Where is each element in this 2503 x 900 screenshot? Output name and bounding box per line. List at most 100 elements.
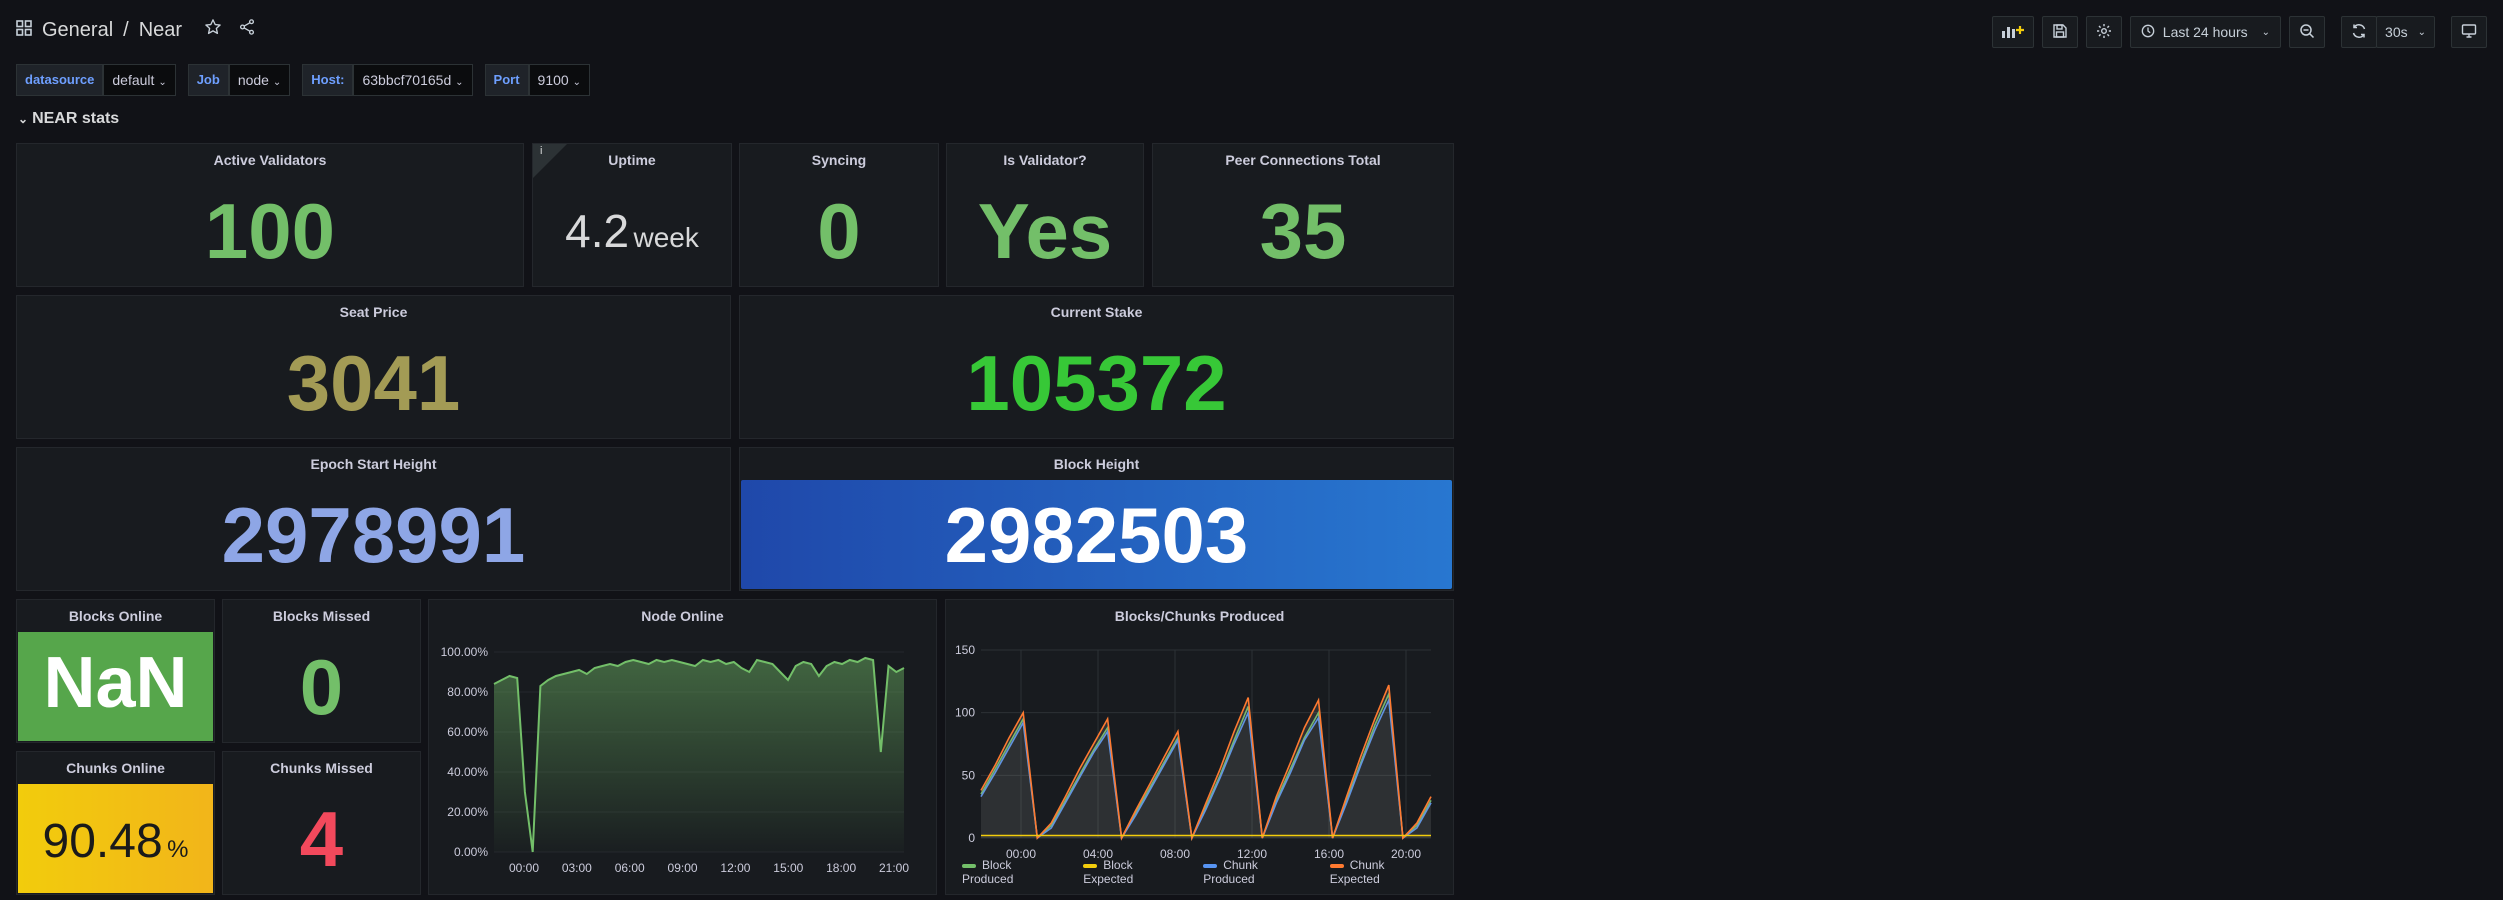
share-icon[interactable] [238, 18, 256, 42]
save-dashboard-button[interactable] [2041, 16, 2078, 48]
x-tick-label: 12:00 [720, 861, 750, 875]
legend-item[interactable]: Chunk Produced [1203, 858, 1312, 886]
x-tick-label: 18:00 [826, 861, 856, 875]
refresh-interval-picker[interactable]: 30s ⌄ [2376, 16, 2435, 48]
add-panel-button[interactable] [1991, 16, 2034, 48]
refresh-button[interactable] [2341, 16, 2378, 48]
dashboards-grid-icon[interactable] [16, 19, 32, 42]
row-header[interactable]: ⌄ NEAR stats [18, 110, 119, 128]
time-picker-button[interactable]: Last 24 hours ⌄ [2129, 16, 2282, 48]
panel-title: Blocks Missed [272, 608, 371, 624]
panel-blocks-online[interactable]: Blocks Online NaN [16, 599, 215, 743]
datasource-select[interactable]: default ⌄ [103, 64, 176, 96]
blocks-chunks-chart: 05010015000:00 04:00 08:00 12:00 16:00 20:00 [955, 643, 1432, 860]
chevron-down-icon: ⌄ [572, 77, 581, 88]
chart-legend: Block Produced Block Expected Chunk Prod… [962, 858, 1437, 886]
stat-value: Yes [977, 187, 1113, 275]
panel-title: Uptime [608, 152, 656, 168]
panel-seat-price[interactable]: Seat Price 3041 [16, 295, 731, 439]
breadcrumb-folder[interactable]: General [42, 19, 113, 42]
x-tick-label: 15:00 [773, 861, 803, 875]
zoom-out-button[interactable] [2289, 16, 2326, 48]
chevron-down-icon: ⌄ [18, 112, 29, 126]
refresh-icon [2351, 23, 2367, 42]
star-icon[interactable] [204, 18, 222, 42]
panel-title: Peer Connections Total [1225, 152, 1381, 168]
breadcrumb-separator: / [123, 18, 129, 41]
variable-port: Port 9100 ⌄ [484, 64, 590, 96]
stat-value: 2982503 [944, 491, 1249, 579]
panel-epoch-start-height[interactable]: Epoch Start Height 2978991 [16, 447, 731, 591]
y-tick-label: 40.00% [447, 765, 488, 779]
panel-node-online[interactable]: Node Online 0.00% 20.00% 40.00% 60.00% 80.00… [428, 599, 937, 895]
panel-title: Block Height [1053, 456, 1140, 472]
stat-value: 2978991 [221, 491, 526, 579]
host-select[interactable]: 63bbcf70165d ⌄ [353, 64, 473, 96]
port-select[interactable]: 9100 ⌄ [528, 64, 590, 96]
x-tick-label: 09:00 [668, 861, 698, 875]
panel-block-height[interactable]: Block Height 2982503 [739, 447, 1454, 591]
select-value: node [237, 72, 269, 88]
stat-unit: % [167, 836, 189, 863]
panel-title: Chunks Online [66, 760, 165, 776]
stat-value: 90.48 [42, 815, 163, 868]
dashboard-settings-button[interactable] [2085, 16, 2122, 48]
tv-mode-button[interactable] [2451, 16, 2487, 48]
variable-label: Host: [302, 64, 354, 96]
panel-title: Syncing [811, 152, 867, 168]
monitor-icon [2461, 23, 2477, 42]
stat-value: 0 [299, 643, 344, 731]
breadcrumb-dashboard[interactable]: Near [139, 19, 182, 42]
variable-label: Port [484, 64, 529, 96]
y-tick-label: 0.00% [454, 845, 488, 859]
y-tick-label: 50 [962, 768, 976, 782]
x-tick-label: 21:00 [879, 861, 909, 875]
legend-item[interactable]: Block Expected [1083, 858, 1185, 886]
job-select[interactable]: node ⌄ [228, 64, 291, 96]
legend-label: Chunk Produced [1203, 858, 1258, 886]
gear-icon [2096, 23, 2112, 42]
variable-datasource: datasource default ⌄ [16, 64, 176, 96]
stat-value: 4.2 [565, 205, 630, 257]
panel-title: Chunks Missed [270, 760, 373, 776]
select-value: default [112, 72, 155, 88]
chevron-down-icon: ⌄ [158, 77, 167, 88]
select-value: 9100 [537, 72, 569, 88]
panel-blocks-missed[interactable]: Blocks Missed 0 [222, 599, 421, 743]
variable-host: Host: 63bbcf70165d ⌄ [302, 64, 473, 96]
add-panel-icon [2001, 23, 2025, 42]
panel-chunks-missed[interactable]: Chunks Missed 4 [222, 751, 421, 895]
legend-label: Chunk Expected [1329, 858, 1385, 886]
panel-peer-connections[interactable]: Peer Connections Total 35 [1152, 143, 1454, 287]
panel-chunks-online[interactable]: Chunks Online 90.48 % [16, 751, 215, 895]
series-area [981, 685, 1431, 838]
panel-blocks-chunks-produced[interactable]: Blocks/Chunks Produced 0 50 100 150 00:00 04:… [945, 599, 1454, 895]
x-tick-label: 00:00 [509, 861, 539, 875]
node-online-chart: 0.00% 20.00% 40.00% 60.00% 80.00% 100.00% 00:0… [441, 645, 910, 875]
panel-active-validators[interactable]: Active Validators 100 [16, 143, 524, 287]
select-value: 63bbcf70165d [362, 72, 452, 88]
zoom-out-icon [2299, 23, 2315, 42]
panel-uptime[interactable]: i Uptime 4.2 week [532, 143, 732, 287]
legend-label: Block Produced [962, 858, 1014, 886]
panel-is-validator[interactable]: Is Validator? Yes [946, 143, 1144, 287]
time-range-label: Last 24 hours [2162, 24, 2248, 40]
panel-title: Blocks Online [68, 608, 163, 624]
stat-value: 4 [299, 795, 344, 883]
panel-title: Seat Price [339, 304, 408, 320]
refresh-interval-label: 30s [2385, 24, 2408, 40]
panel-current-stake[interactable]: Current Stake 105372 [739, 295, 1454, 439]
legend-item[interactable]: Chunk Expected [1329, 858, 1437, 886]
panel-title: Epoch Start Height [310, 456, 437, 472]
variables-bar: datasource default ⌄ Job node ⌄ Host: 63… [16, 64, 590, 96]
stat-unit: week [633, 222, 699, 253]
chevron-down-icon: ⌄ [455, 77, 464, 88]
panel-syncing[interactable]: Syncing 0 [739, 143, 939, 287]
y-tick-label: 100.00% [441, 645, 489, 659]
stat-value: 35 [1259, 187, 1347, 275]
legend-item[interactable]: Block Produced [962, 858, 1065, 886]
y-tick-label: 100 [955, 706, 975, 720]
panel-title: Blocks/Chunks Produced [1114, 608, 1285, 624]
x-tick-label: 06:00 [615, 861, 645, 875]
variable-label: datasource [16, 64, 104, 96]
